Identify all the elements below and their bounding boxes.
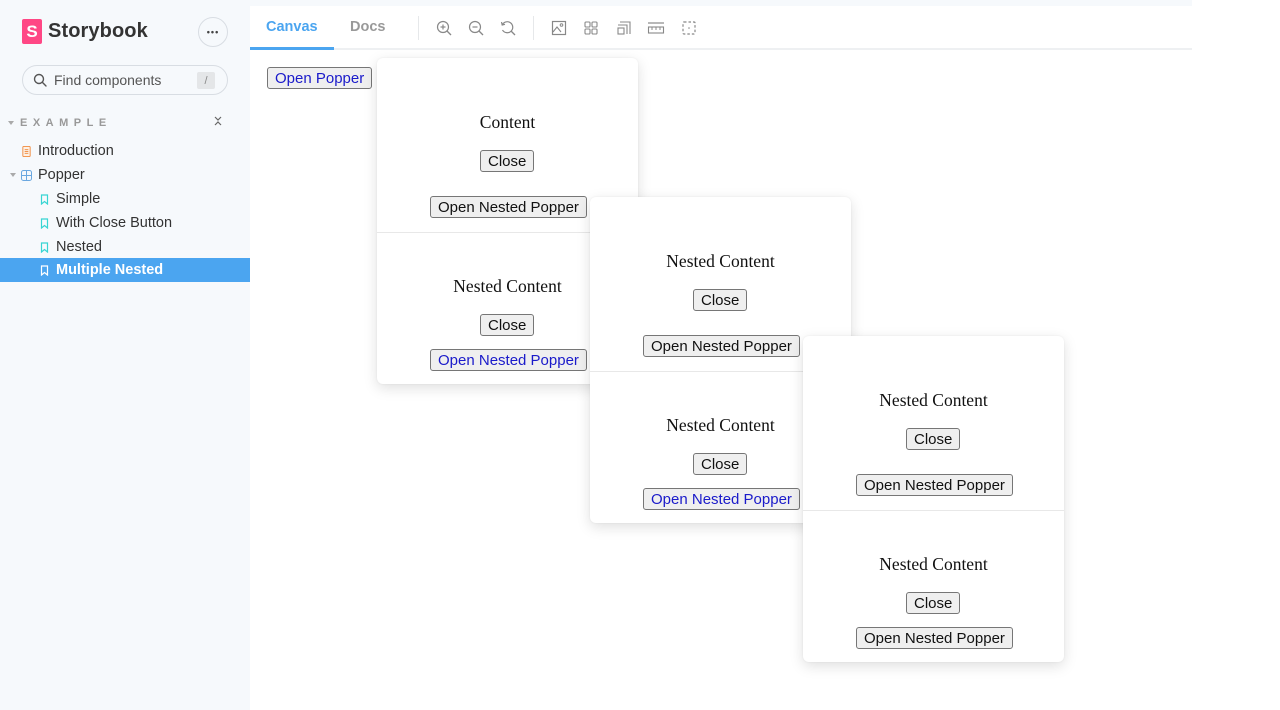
close-button[interactable]: Close <box>906 592 961 614</box>
viewport-button[interactable] <box>614 18 634 38</box>
sidebar-item-label: Introduction <box>38 143 114 159</box>
zoom-reset-icon <box>500 21 516 36</box>
brand[interactable]: S Storybook <box>22 19 148 44</box>
popper-title: Nested Content <box>666 251 775 271</box>
open-nested-popper-button[interactable]: Open Nested Popper <box>643 335 800 357</box>
popper-title: Nested Content <box>879 554 988 574</box>
sidebar-item-label: Popper <box>38 167 85 183</box>
tab-label: Docs <box>350 19 386 35</box>
open-nested-popper-button[interactable]: Open Nested Popper <box>856 474 1013 496</box>
component-icon <box>21 169 32 181</box>
sidebar-item-with-close-button[interactable]: With Close Button <box>0 211 250 235</box>
open-nested-popper-button[interactable]: Open Nested Popper <box>430 196 587 218</box>
sidebar-item-label: Simple <box>56 191 101 207</box>
open-nested-popper-button[interactable]: Open Nested Popper <box>430 349 587 371</box>
toolbar: Canvas Docs <box>250 6 1192 50</box>
bookmark-icon <box>40 217 49 229</box>
search-box[interactable]: / <box>22 65 228 95</box>
toolbar-divider <box>418 16 419 40</box>
group-header-example[interactable]: EXAMPLE <box>8 115 233 130</box>
sidebar-item-label: With Close Button <box>56 215 173 231</box>
tab-canvas[interactable]: Canvas <box>266 6 318 48</box>
close-button[interactable]: Close <box>480 150 535 172</box>
close-button[interactable]: Close <box>693 289 748 311</box>
zoom-in-icon <box>436 20 452 36</box>
popper: Nested Content Close Open Nested Popper … <box>803 336 1064 662</box>
zoom-out-button[interactable] <box>466 18 486 38</box>
bookmark-icon <box>40 241 49 253</box>
ellipsis-icon: ••• <box>206 27 220 37</box>
document-icon <box>22 145 31 157</box>
sidebar-item-popper[interactable]: Popper <box>0 163 250 187</box>
sidebar-item-multiple-nested[interactable]: Multiple Nested <box>0 258 250 282</box>
zoom-out-icon <box>468 20 484 36</box>
group-label: EXAMPLE <box>20 117 112 129</box>
more-menu-button[interactable]: ••• <box>198 17 228 47</box>
bookmark-icon <box>40 264 49 276</box>
popper-title: Nested Content <box>879 390 988 410</box>
popper-section: Nested Content Close Open Nested Popper <box>803 511 1064 661</box>
tab-label: Canvas <box>266 19 318 35</box>
open-nested-popper-button[interactable]: Open Nested Popper <box>643 488 800 510</box>
sidebar-item-label: Nested <box>56 239 102 255</box>
open-popper-button[interactable]: Open Popper <box>267 67 373 89</box>
sidebar-item-introduction[interactable]: Introduction <box>0 139 250 163</box>
outline-icon <box>682 21 696 35</box>
open-nested-popper-button[interactable]: Open Nested Popper <box>856 627 1013 649</box>
caret-down-icon <box>8 121 14 125</box>
background-icon <box>551 20 567 36</box>
close-button[interactable]: Close <box>906 428 961 450</box>
sidebar-item-simple[interactable]: Simple <box>0 187 250 211</box>
zoom-in-button[interactable] <box>434 18 454 38</box>
popper-section: Nested Content Close Open Nested Popper <box>803 336 1064 511</box>
close-button[interactable]: Close <box>693 453 748 475</box>
zoom-reset-button[interactable] <box>498 18 518 38</box>
storybook-logo-icon: S <box>22 19 42 44</box>
grid-icon <box>584 21 598 35</box>
collapse-all-icon[interactable] <box>213 115 223 130</box>
grid-button[interactable] <box>581 18 601 38</box>
sidebar-item-nested[interactable]: Nested <box>0 235 250 259</box>
search-input[interactable] <box>54 72 189 88</box>
viewport-icon <box>617 21 631 35</box>
popper-title: Content <box>479 112 536 132</box>
sidebar: S Storybook ••• / EXAMPLE Introduction P… <box>0 0 250 710</box>
measure-icon <box>647 22 665 34</box>
caret-down-icon <box>10 173 16 177</box>
close-button[interactable]: Close <box>480 314 535 336</box>
outline-button[interactable] <box>679 18 699 38</box>
measure-button[interactable] <box>646 18 666 38</box>
background-button[interactable] <box>549 18 569 38</box>
search-icon <box>33 73 47 87</box>
active-tab-indicator <box>250 47 334 50</box>
sidebar-item-label: Multiple Nested <box>56 262 164 278</box>
toolbar-divider <box>533 16 534 40</box>
search-shortcut-key: / <box>197 72 215 89</box>
bookmark-icon <box>40 193 49 205</box>
tab-docs[interactable]: Docs <box>350 6 385 48</box>
brand-title: Storybook <box>48 20 148 42</box>
